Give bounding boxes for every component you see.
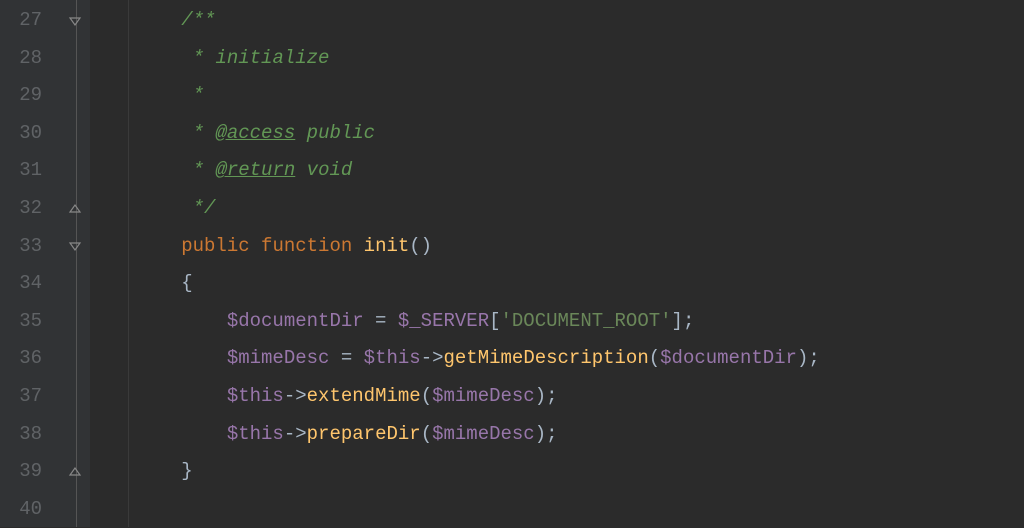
- code-area[interactable]: /** * initialize * * @access public * @r…: [90, 0, 1024, 527]
- code-line[interactable]: * initialize: [90, 40, 1024, 78]
- line-number: 39: [0, 453, 42, 491]
- code-line[interactable]: */: [90, 190, 1024, 228]
- code-line[interactable]: /**: [90, 2, 1024, 40]
- code-line[interactable]: }: [90, 453, 1024, 491]
- line-number: 32: [0, 190, 42, 228]
- line-number-gutter: 27 28 29 30 31 32 33 34 35 36 37 38 39 4…: [0, 0, 60, 527]
- code-line[interactable]: *: [90, 77, 1024, 115]
- code-line[interactable]: {: [90, 265, 1024, 303]
- code-line[interactable]: $mimeDesc = $this->getMimeDescription($d…: [90, 340, 1024, 378]
- line-number: 38: [0, 416, 42, 454]
- line-number: 37: [0, 378, 42, 416]
- code-editor: 27 28 29 30 31 32 33 34 35 36 37 38 39 4…: [0, 0, 1024, 527]
- line-number: 35: [0, 303, 42, 341]
- code-line[interactable]: $this->extendMime($mimeDesc);: [90, 378, 1024, 416]
- code-line[interactable]: * @return void: [90, 152, 1024, 190]
- line-number: 31: [0, 152, 42, 190]
- fold-gutter: [60, 0, 90, 527]
- fold-toggle-icon[interactable]: [60, 2, 90, 40]
- fold-end-icon[interactable]: [60, 190, 90, 228]
- code-line[interactable]: * @access public: [90, 115, 1024, 153]
- code-line[interactable]: $this->prepareDir($mimeDesc);: [90, 416, 1024, 454]
- line-number: 33: [0, 228, 42, 266]
- fold-toggle-icon[interactable]: [60, 228, 90, 266]
- line-number: 30: [0, 115, 42, 153]
- code-line[interactable]: public function init(): [90, 228, 1024, 266]
- code-line[interactable]: $documentDir = $_SERVER['DOCUMENT_ROOT']…: [90, 303, 1024, 341]
- line-number: 34: [0, 265, 42, 303]
- line-number: 28: [0, 40, 42, 78]
- line-number: 29: [0, 77, 42, 115]
- code-line[interactable]: [90, 491, 1024, 528]
- line-number: 27: [0, 2, 42, 40]
- fold-end-icon[interactable]: [60, 453, 90, 491]
- line-number: 36: [0, 340, 42, 378]
- line-number: 40: [0, 491, 42, 528]
